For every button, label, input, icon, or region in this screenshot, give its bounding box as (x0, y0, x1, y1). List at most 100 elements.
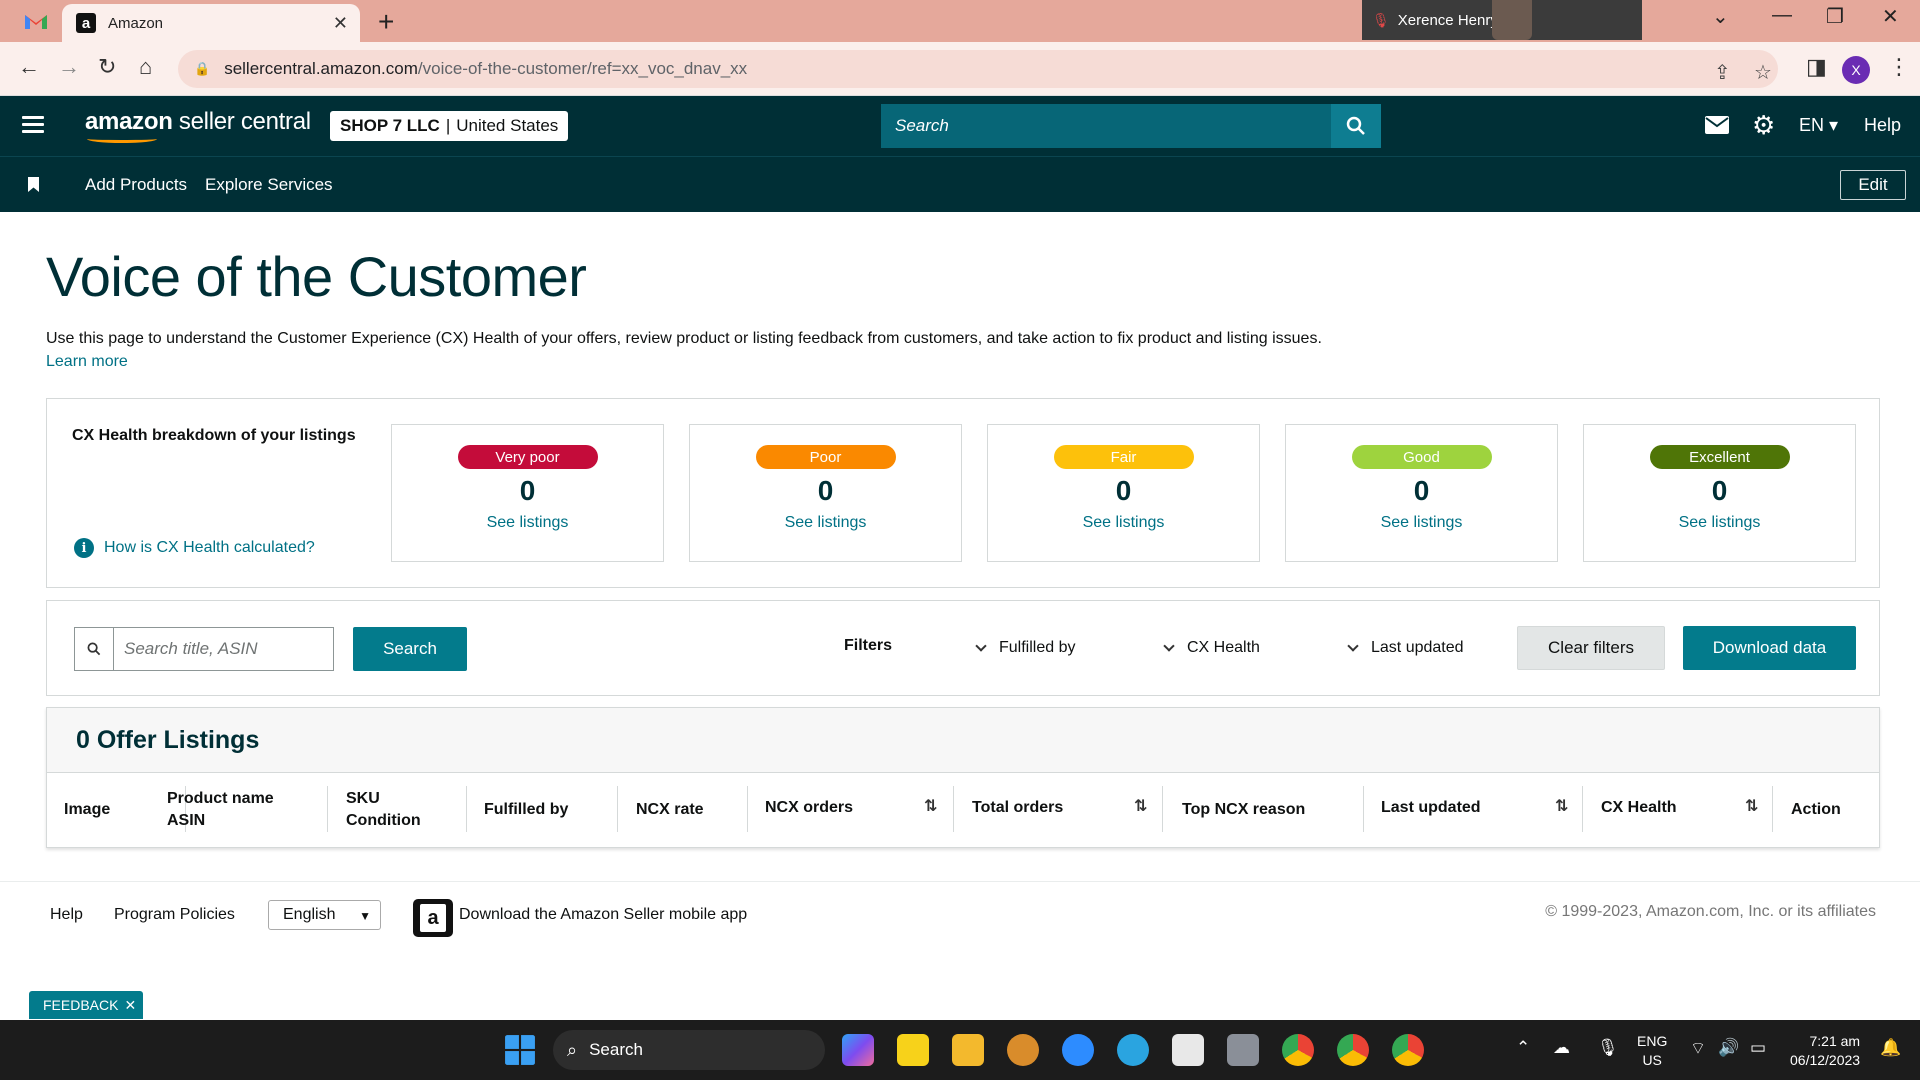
nav-explore-services[interactable]: Explore Services (205, 175, 333, 195)
seller-central-logo[interactable]: amazon seller central (85, 108, 311, 143)
cx-tile-excellent: Excellent 0 See listings (1583, 424, 1856, 562)
global-search-button[interactable] (1331, 104, 1381, 148)
app-basket-icon[interactable] (1007, 1034, 1039, 1066)
minimize-button[interactable]: — (1772, 4, 1792, 27)
new-tab-button[interactable]: + (378, 6, 394, 38)
sticky-notes-icon[interactable] (897, 1034, 929, 1066)
help-link[interactable]: Help (1864, 115, 1901, 136)
seller-app-icon[interactable]: a (413, 899, 453, 937)
col-last-updated[interactable]: Last updated (1381, 797, 1481, 819)
tray-chevron-icon[interactable]: ⌃ (1516, 1038, 1530, 1058)
bookmark-star-icon[interactable]: ☆ (1754, 60, 1772, 85)
feedback-button[interactable]: FEEDBACK ✕ (29, 991, 143, 1019)
col-image: Image (64, 801, 111, 818)
reload-button[interactable]: ↻ (98, 54, 116, 80)
cx-health-help-link[interactable]: i How is CX Health calculated? (74, 538, 315, 558)
sort-icon[interactable]: ⇅ (1745, 796, 1758, 816)
footer-help-link[interactable]: Help (50, 906, 83, 924)
file-explorer-icon[interactable] (952, 1034, 984, 1066)
copilot-icon[interactable] (842, 1034, 874, 1066)
col-top-ncx-reason[interactable]: Top NCX reason (1182, 799, 1305, 821)
sort-icon[interactable]: ⇅ (1134, 796, 1147, 816)
video-call-overlay[interactable]: 🎙 Xerence Henry (1362, 0, 1642, 40)
listing-search[interactable]: Search title, ASIN (74, 627, 334, 671)
settings-gear-icon[interactable]: ⚙ (1752, 110, 1775, 141)
profile-avatar[interactable]: X (1842, 56, 1870, 84)
close-tab-icon[interactable]: ✕ (333, 13, 348, 34)
cx-tile-poor: Poor 0 See listings (689, 424, 962, 562)
col-ncx-orders[interactable]: NCX orders (765, 797, 853, 819)
input-language[interactable]: ENG US (1637, 1032, 1667, 1070)
col-fulfilled-by[interactable]: Fulfilled by (484, 799, 568, 821)
chevron-down-icon (1163, 639, 1175, 652)
download-app-link[interactable]: Download the Amazon Seller mobile app (459, 906, 747, 924)
address-bar[interactable]: 🔒 sellercentral.amazon.com/voice-of-the-… (178, 50, 1778, 88)
close-window-button[interactable]: ✕ (1882, 4, 1899, 29)
see-listings-link[interactable]: See listings (1381, 514, 1463, 532)
col-product-name[interactable]: Product name ASIN (167, 788, 274, 832)
search-button[interactable]: Search (353, 627, 467, 671)
telegram-icon[interactable] (1117, 1034, 1149, 1066)
filter-cx-health[interactable]: CX Health (1163, 639, 1260, 657)
bookmark-icon[interactable] (28, 177, 39, 192)
sort-icon[interactable]: ⇅ (1555, 796, 1568, 816)
sort-icon[interactable]: ⇅ (924, 796, 937, 816)
microphone-icon[interactable]: 🎙 (1597, 1038, 1619, 1058)
seller-central-header: amazon seller central SHOP 7 LLC | United … (0, 96, 1920, 156)
listing-search-input[interactable]: Search title, ASIN (114, 628, 333, 670)
url-text: sellercentral.amazon.com/voice-of-the-cu… (224, 59, 748, 78)
restore-button[interactable]: ❐ (1826, 4, 1844, 29)
see-listings-link[interactable]: See listings (487, 514, 569, 532)
back-button[interactable]: ← (18, 54, 40, 80)
status-badge: Poor (755, 445, 896, 469)
tab-amazon[interactable]: a Amazon ✕ (62, 4, 360, 42)
global-search-input[interactable]: Search (881, 104, 1331, 148)
gmail-tab[interactable] (22, 10, 50, 32)
status-badge: Very poor (457, 445, 598, 469)
see-listings-link[interactable]: See listings (1679, 514, 1761, 532)
taskbar-search[interactable]: ⌕ Search (553, 1030, 825, 1070)
windows-start-icon[interactable] (504, 1034, 536, 1066)
battery-icon[interactable]: ▭ (1750, 1038, 1766, 1058)
col-ncx-rate[interactable]: NCX rate (636, 799, 704, 821)
browser-menu-icon[interactable]: ⋮ (1888, 54, 1910, 80)
edit-nav-button[interactable]: Edit (1840, 170, 1906, 200)
learn-more-link[interactable]: Learn more (46, 353, 128, 371)
close-icon[interactable]: ✕ (124, 997, 136, 1014)
clock[interactable]: 7:21 am 06/12/2023 (1790, 1032, 1860, 1070)
filter-fulfilled-by[interactable]: Fulfilled by (975, 639, 1075, 657)
footer-language-select[interactable]: English ▼ (268, 900, 381, 930)
chrome-profile-icon[interactable] (1337, 1034, 1369, 1066)
forward-button[interactable]: → (58, 54, 80, 80)
chevron-down-icon (1347, 639, 1359, 652)
chrome-icon[interactable] (1282, 1034, 1314, 1066)
tab-title: Amazon (108, 14, 164, 32)
mail-icon[interactable] (1705, 116, 1729, 134)
side-panel-icon[interactable]: ◨ (1806, 54, 1827, 80)
col-total-orders[interactable]: Total orders (972, 797, 1063, 819)
hamburger-menu-icon[interactable] (22, 116, 44, 137)
download-data-button[interactable]: Download data (1683, 626, 1856, 670)
clear-filters-button[interactable]: Clear filters (1517, 626, 1665, 670)
language-switcher[interactable]: EN ▾ (1799, 115, 1838, 136)
see-listings-link[interactable]: See listings (785, 514, 867, 532)
see-listings-link[interactable]: See listings (1083, 514, 1165, 532)
footer-program-policies-link[interactable]: Program Policies (114, 906, 235, 924)
nav-add-products[interactable]: Add Products (85, 175, 187, 195)
wifi-icon[interactable]: ⌔ (1690, 1038, 1706, 1059)
snipping-tool-icon[interactable] (1172, 1034, 1204, 1066)
col-sku[interactable]: SKU Condition (346, 788, 421, 832)
calculator-icon[interactable] (1227, 1034, 1259, 1066)
share-icon[interactable]: ⇪ (1714, 60, 1731, 85)
home-button[interactable]: ⌂ (139, 54, 152, 80)
global-search[interactable]: Search (881, 104, 1381, 148)
tab-search-chevron-icon[interactable]: ⌄ (1712, 4, 1729, 29)
col-cx-health[interactable]: CX Health (1601, 797, 1677, 819)
account-switcher[interactable]: SHOP 7 LLC | United States (330, 111, 569, 141)
notifications-bell-icon[interactable]: 🔔 (1880, 1038, 1901, 1058)
volume-icon[interactable]: 🔊 (1718, 1038, 1739, 1058)
zoom-icon[interactable] (1062, 1034, 1094, 1066)
chrome-profile-icon[interactable] (1392, 1034, 1424, 1066)
filter-last-updated[interactable]: Last updated (1347, 639, 1464, 657)
onedrive-icon[interactable]: ☁ (1553, 1038, 1570, 1058)
